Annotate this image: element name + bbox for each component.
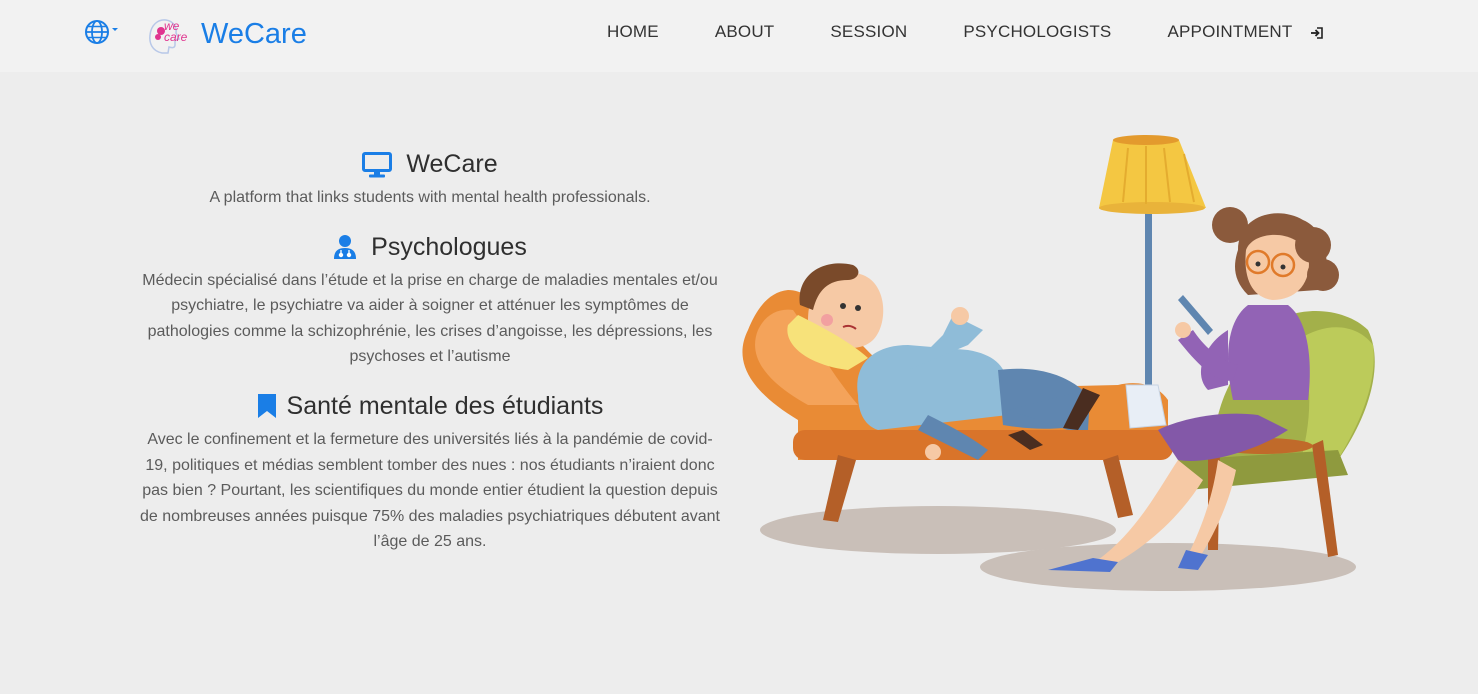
section-sante-mentale: Santé mentale des étudiants Avec le conf… — [140, 392, 720, 555]
nav-home[interactable]: HOME — [607, 22, 659, 42]
section-text: A platform that links students with ment… — [209, 189, 651, 206]
section-title: WeCare — [406, 150, 498, 178]
language-selector[interactable] — [84, 19, 120, 45]
section-heading: WeCare — [140, 150, 720, 179]
therapy-session-illustration — [742, 135, 1375, 591]
caret-down-icon — [112, 27, 118, 31]
bookmark-icon — [257, 393, 277, 419]
nav-session[interactable]: SESSION — [830, 22, 907, 42]
nav-psychologists[interactable]: PSYCHOLOGISTS — [963, 22, 1111, 42]
sign-in-icon[interactable] — [1310, 26, 1324, 40]
logo: we care — [146, 15, 196, 59]
brand-name: WeCare — [201, 17, 307, 50]
brand-link[interactable]: we care WeCare — [146, 14, 307, 60]
user-doctor-icon — [333, 234, 357, 260]
section-text: Avec le confinement et la fermeture des … — [140, 430, 720, 551]
section-heading: Santé mentale des étudiants — [140, 392, 720, 421]
section-title: Santé mentale des étudiants — [286, 391, 604, 420]
intro-content: WeCare A platform that links students wi… — [140, 150, 720, 577]
globe-icon — [85, 20, 109, 44]
nav-appointment[interactable]: APPOINTMENT — [1167, 22, 1292, 42]
main-nav: HOME ABOUT SESSION PSYCHOLOGISTS APPOINT… — [607, 22, 1348, 42]
navbar: we care WeCare HOME ABOUT SESSION PSYCHO… — [0, 0, 1478, 72]
section-wecare: WeCare A platform that links students wi… — [140, 150, 720, 211]
section-psychologues: Psychologues Médecin spécialisé dans l’é… — [140, 233, 720, 370]
desktop-icon — [362, 151, 393, 178]
section-heading: Psychologues — [140, 233, 720, 262]
logo-text: we care — [164, 19, 188, 44]
section-text: Médecin spécialisé dans l’étude et la pr… — [142, 271, 718, 366]
nav-about[interactable]: ABOUT — [715, 22, 775, 42]
section-title: Psychologues — [371, 232, 527, 261]
